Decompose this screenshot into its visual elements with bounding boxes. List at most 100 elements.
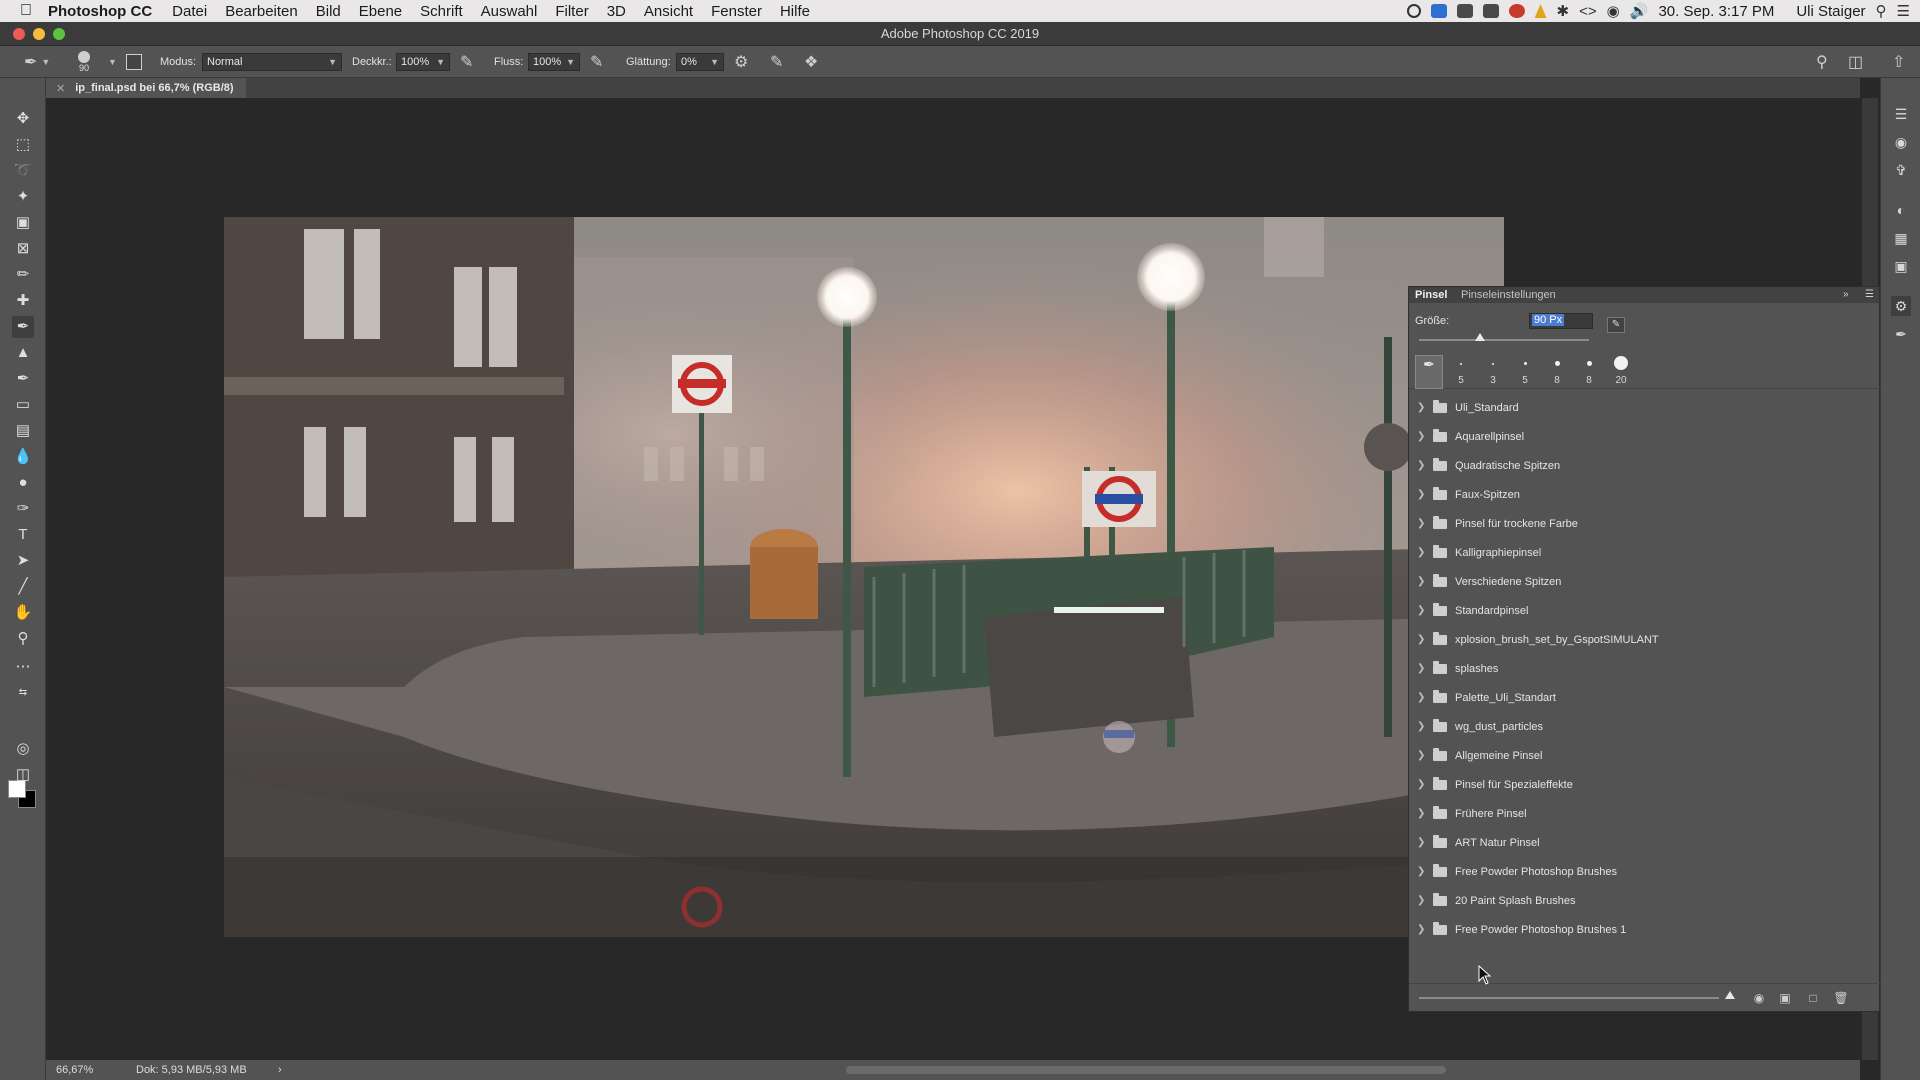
recent-brush-preset[interactable]: 20 <box>1607 355 1635 389</box>
brush-folder-item[interactable]: ❯ Free Powder Photoshop Brushes <box>1409 857 1881 886</box>
panel-menu-icon[interactable]: ☰ <box>1865 289 1874 300</box>
thumbnail-size-handle[interactable] <box>1725 991 1735 999</box>
brush-preset-picker[interactable]: 90 <box>78 46 90 78</box>
code-icon[interactable]: <> <box>1579 3 1597 20</box>
chevron-right-icon[interactable]: ❯ <box>1417 895 1431 906</box>
channels-icon[interactable]: ◉ <box>1891 132 1911 152</box>
brush-folder-item[interactable]: ❯ ART Natur Pinsel <box>1409 828 1881 857</box>
path-selection-tool-icon[interactable]: ➤ <box>12 550 34 572</box>
brush-preset-dropdown[interactable]: ▼ <box>104 46 117 78</box>
chevron-right-icon[interactable]: ❯ <box>1417 576 1431 587</box>
adjustments-icon[interactable]: ◐ <box>1891 200 1911 220</box>
chevron-right-icon[interactable]: ❯ <box>1417 924 1431 935</box>
opacity-label[interactable]: Deckkr.: <box>352 46 392 78</box>
brush-tool-preset-picker[interactable]: ✒ ▼ <box>24 46 50 78</box>
app-tray-icon[interactable] <box>1430 4 1447 18</box>
chevron-right-icon[interactable]: ❯ <box>1417 402 1431 413</box>
chevron-right-icon[interactable]: ❯ <box>1417 866 1431 877</box>
brush-settings-toggle[interactable] <box>126 46 142 78</box>
brush-folder-item[interactable]: ❯ Aquarellpinsel <box>1409 422 1881 451</box>
close-tab-icon[interactable]: ✕ <box>56 82 65 95</box>
chevron-right-icon[interactable]: ❯ <box>1417 779 1431 790</box>
menu-fenster[interactable]: Fenster <box>711 3 762 20</box>
brush-folder-item[interactable]: ❯ Uli_Standard <box>1409 393 1881 422</box>
flow-field[interactable]: 100% ▼ <box>528 46 580 78</box>
recent-brush-preset[interactable]: 3 <box>1479 355 1507 389</box>
workspace-button[interactable]: ◫ <box>1848 46 1863 78</box>
gradient-tool-icon[interactable]: ▤ <box>12 420 34 442</box>
brush-folder-item[interactable]: ❯ 20 Paint Splash Brushes <box>1409 886 1881 915</box>
zoom-tool-icon[interactable]: ⚲ <box>12 628 34 650</box>
new-group-icon[interactable]: ▣ <box>1777 990 1793 1006</box>
dropbox-icon[interactable] <box>1456 4 1473 18</box>
chevron-right-icon[interactable]: ❯ <box>1417 750 1431 761</box>
zoom-level[interactable]: 66,67% <box>56 1064 93 1076</box>
menu-auswahl[interactable]: Auswahl <box>481 3 538 20</box>
screen-mode-icon[interactable]: ◫ <box>12 764 34 786</box>
chevron-right-icon[interactable]: ❯ <box>1417 837 1431 848</box>
healing-brush-tool-icon[interactable]: ✚ <box>12 290 34 312</box>
visibility-toggle-icon[interactable]: ◉ <box>1751 990 1767 1006</box>
wifi-icon[interactable]: ◉ <box>1607 2 1620 20</box>
chevron-right-icon[interactable]: ❯ <box>1417 663 1431 674</box>
share-button[interactable]: ⇧ <box>1892 46 1905 78</box>
smoothing-label[interactable]: Glättung: <box>626 46 671 78</box>
clone-stamp-tool-icon[interactable]: ▲ <box>12 342 34 364</box>
menu-datei[interactable]: Datei <box>172 3 207 20</box>
clock-text[interactable]: 30. Sep. 3:17 PM <box>1658 3 1774 20</box>
marquee-tool-icon[interactable]: ⬚ <box>12 134 34 156</box>
status-menu-chevron-icon[interactable]: › <box>278 1064 282 1076</box>
history-brush-tool-icon[interactable]: ✒ <box>12 368 34 390</box>
recent-brush-thumbnail[interactable]: ✒ <box>1415 355 1443 389</box>
menu-bild[interactable]: Bild <box>316 3 341 20</box>
chevron-right-icon[interactable]: ❯ <box>1417 605 1431 616</box>
swap-colors-icon[interactable]: ⇆ <box>12 682 34 704</box>
pressure-opacity-toggle[interactable]: ✎ <box>460 46 473 78</box>
menu-ansicht[interactable]: Ansicht <box>644 3 693 20</box>
brush-tool-icon[interactable]: ✒ <box>12 316 34 338</box>
menu-ebene[interactable]: Ebene <box>359 3 402 20</box>
chevron-right-icon[interactable]: ❯ <box>1417 489 1431 500</box>
alert-icon[interactable] <box>1534 4 1547 18</box>
record-icon[interactable] <box>1406 4 1421 18</box>
brush-folder-item[interactable]: ❯ Quadratische Spitzen <box>1409 451 1881 480</box>
blur-tool-icon[interactable]: 💧 <box>12 446 34 468</box>
chevron-right-icon[interactable]: ❯ <box>1417 547 1431 558</box>
pressure-size-toggle[interactable]: ✎ <box>770 46 783 78</box>
type-tool-icon[interactable]: T <box>12 524 34 546</box>
apple-menu-icon[interactable]:  <box>20 3 34 19</box>
smoothing-field[interactable]: 0% ▼ <box>676 46 724 78</box>
size-pressure-toggle[interactable]: ✎ <box>1607 317 1625 333</box>
brush-settings-panel-icon[interactable]: ⚙ <box>1891 296 1911 316</box>
chevron-right-icon[interactable]: ❯ <box>1417 634 1431 645</box>
new-brush-icon[interactable]: □ <box>1805 990 1821 1006</box>
brush-folder-item[interactable]: ❯ splashes <box>1409 654 1881 683</box>
menu-schrift[interactable]: Schrift <box>420 3 463 20</box>
opacity-field[interactable]: 100% ▼ <box>396 46 450 78</box>
line-tool-icon[interactable]: ╱ <box>12 576 34 598</box>
menu-filter[interactable]: Filter <box>555 3 588 20</box>
crop-tool-icon[interactable]: ▣ <box>12 212 34 234</box>
recent-brush-preset[interactable]: 5 <box>1447 355 1475 389</box>
chevron-right-icon[interactable]: ❯ <box>1417 460 1431 471</box>
recent-brush-preset[interactable]: 5 <box>1511 355 1539 389</box>
delete-brush-icon[interactable]: 🗑 <box>1833 990 1849 1006</box>
size-input[interactable]: 90 Px <box>1529 313 1593 329</box>
bluetooth-icon[interactable]: ✱ <box>1557 2 1570 20</box>
paths-icon[interactable]: ✞ <box>1891 160 1911 180</box>
dodge-tool-icon[interactable]: ● <box>12 472 34 494</box>
brushes-panel-icon[interactable]: ✒ <box>1891 324 1911 344</box>
eraser-tool-icon[interactable]: ▭ <box>12 394 34 416</box>
brush-folder-item[interactable]: ❯ Allgemeine Pinsel <box>1409 741 1881 770</box>
smoothing-options-button[interactable]: ⚙ <box>734 46 748 78</box>
chevron-right-icon[interactable]: ❯ <box>1417 692 1431 703</box>
brush-folder-item[interactable]: ❯ Standardpinsel <box>1409 596 1881 625</box>
document-info[interactable]: Dok: 5,93 MB/5,93 MB <box>136 1064 247 1076</box>
document-canvas-image[interactable] <box>224 217 1504 937</box>
brush-folder-item[interactable]: ❯ Pinsel für trockene Farbe <box>1409 509 1881 538</box>
creative-cloud-icon[interactable] <box>1508 4 1525 18</box>
recent-brush-preset[interactable]: 8 <box>1543 355 1571 389</box>
mode-select[interactable]: Normal ▼ <box>202 46 342 78</box>
brush-folder-item[interactable]: ❯ Palette_Uli_Standart <box>1409 683 1881 712</box>
brush-folder-item[interactable]: ❯ Pinsel für Spezialeffekte <box>1409 770 1881 799</box>
